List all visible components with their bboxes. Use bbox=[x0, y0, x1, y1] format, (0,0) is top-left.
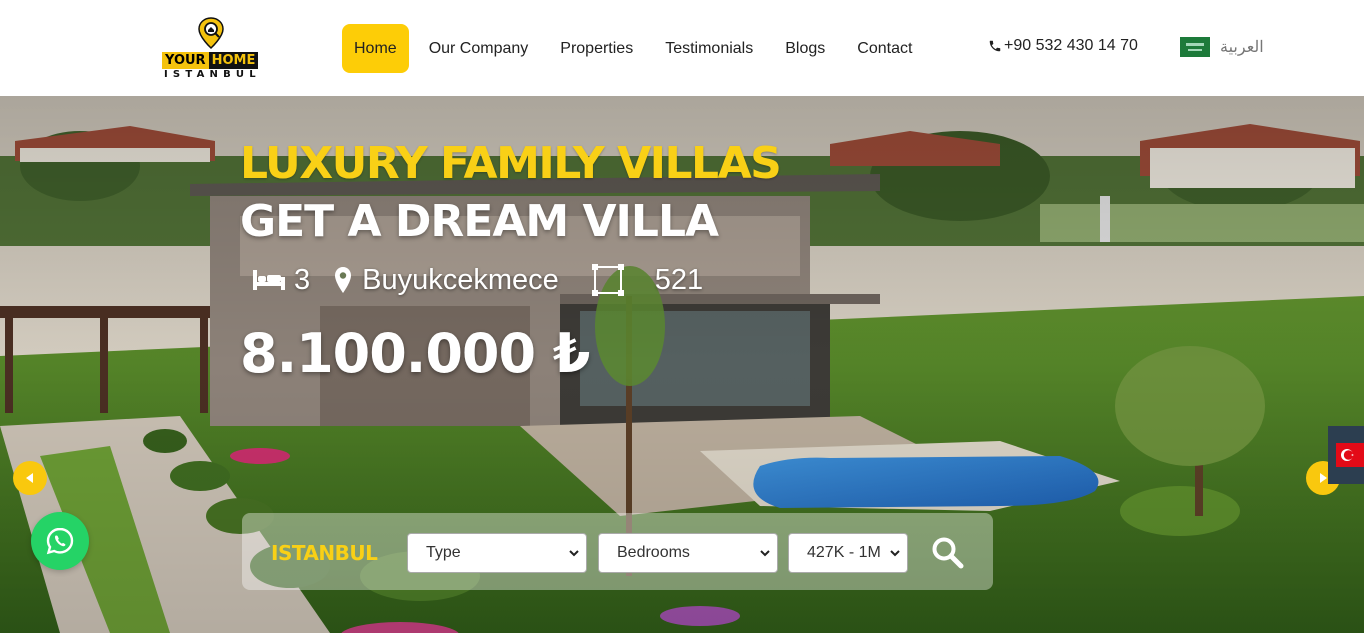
property-search-bar: ISTANBUL Type Bedrooms 427K - 1M bbox=[242, 513, 993, 590]
turkey-flag-icon bbox=[1336, 443, 1364, 467]
whatsapp-button[interactable] bbox=[31, 512, 89, 570]
main-nav: Home Our Company Properties Testimonials… bbox=[342, 24, 924, 73]
bedrooms-fact: 3 bbox=[252, 264, 310, 297]
location-name: Buyukcekmece bbox=[362, 263, 559, 296]
nav-contact[interactable]: Contact bbox=[845, 24, 924, 73]
logo-pin-icon bbox=[198, 17, 224, 50]
bed-icon bbox=[253, 270, 285, 290]
bedrooms-select-value: Bedrooms bbox=[617, 544, 690, 561]
type-select-value: Type bbox=[426, 544, 461, 561]
price-range-value: 427K - 1M bbox=[807, 544, 881, 561]
phone-link[interactable]: +90 532 430 14 70 bbox=[988, 37, 1138, 55]
type-select[interactable]: Type bbox=[407, 533, 587, 573]
whatsapp-icon bbox=[46, 527, 74, 555]
chevron-left-icon bbox=[26, 473, 33, 483]
hero-subtitle: GET A DREAM VILLA bbox=[240, 196, 719, 247]
map-pin-icon bbox=[335, 267, 352, 293]
logo-text-your: YOUR bbox=[162, 52, 209, 69]
bedrooms-select[interactable]: Bedrooms bbox=[598, 533, 778, 573]
chevron-down-icon bbox=[569, 550, 579, 557]
turkish-language-tab[interactable] bbox=[1328, 426, 1364, 484]
search-button[interactable] bbox=[928, 533, 968, 573]
saudi-flag-icon bbox=[1180, 37, 1210, 57]
nav-testimonials[interactable]: Testimonials bbox=[653, 24, 765, 73]
property-facts: 3 Buyukcekmece 521 bbox=[252, 262, 703, 298]
phone-icon bbox=[989, 40, 1001, 52]
hero-title: LUXURY FAMILY VILLAS bbox=[240, 138, 782, 189]
chevron-down-icon bbox=[890, 550, 900, 557]
language-label: العربية bbox=[1220, 39, 1264, 56]
nav-blogs[interactable]: Blogs bbox=[773, 24, 837, 73]
nav-properties[interactable]: Properties bbox=[548, 24, 645, 73]
logo-text-istanbul: ISTANBUL bbox=[164, 69, 261, 80]
logo-text-home: HOME bbox=[208, 52, 259, 69]
chevron-down-icon bbox=[760, 550, 770, 557]
location-fact: Buyukcekmece bbox=[334, 264, 559, 297]
price-range-select[interactable]: 427K - 1M bbox=[788, 533, 908, 573]
bedrooms-count: 3 bbox=[294, 263, 311, 296]
nav-our-company[interactable]: Our Company bbox=[417, 24, 541, 73]
property-price: 8.100.000 ₺ bbox=[240, 322, 590, 385]
area-fact: 521 bbox=[591, 263, 703, 297]
slider-prev-button[interactable] bbox=[13, 461, 47, 495]
nav-home[interactable]: Home bbox=[342, 24, 409, 73]
area-square-icon bbox=[591, 264, 624, 296]
area-value: 521 bbox=[654, 263, 704, 296]
site-logo[interactable]: YOUR HOME ISTANBUL bbox=[162, 16, 262, 82]
search-icon bbox=[932, 537, 964, 569]
phone-number: +90 532 430 14 70 bbox=[1004, 37, 1138, 54]
site-header: YOUR HOME ISTANBUL Home Our Company Prop… bbox=[0, 0, 1364, 96]
language-switch[interactable]: العربية bbox=[1180, 37, 1264, 57]
search-city-label: ISTANBUL bbox=[271, 541, 378, 565]
